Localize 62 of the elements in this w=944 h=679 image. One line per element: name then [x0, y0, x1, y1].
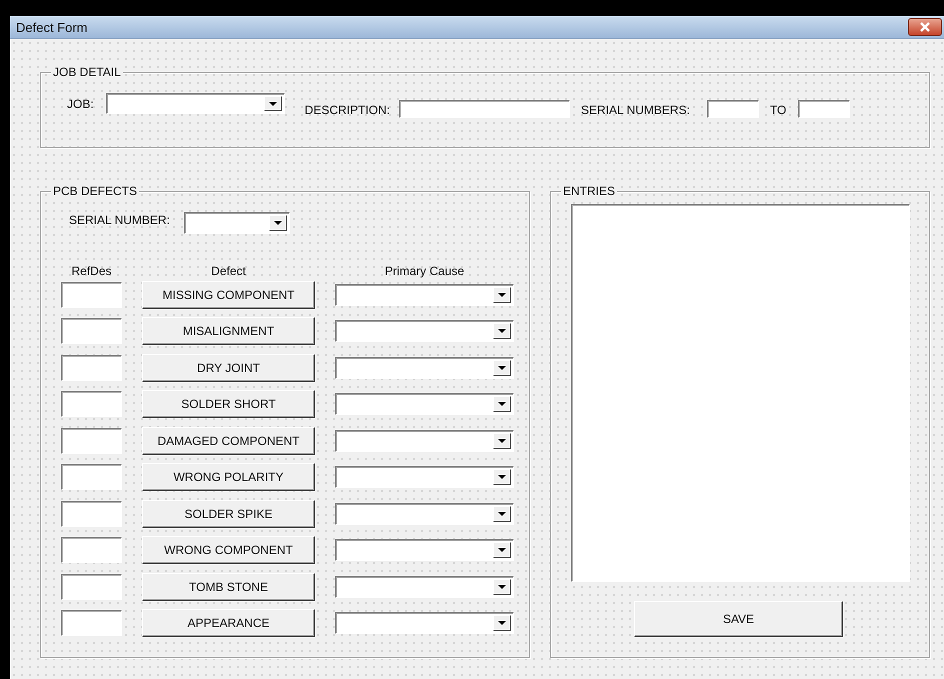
text-field[interactable]: [61, 391, 122, 417]
group-title: JOB DETAIL: [51, 65, 123, 79]
caret-icon: [268, 102, 277, 106]
save-button[interactable]: SAVE: [634, 601, 843, 637]
dropdown-field[interactable]: [335, 356, 514, 378]
caret-icon: [498, 329, 506, 333]
text-field[interactable]: [61, 537, 122, 563]
defect-button[interactable]: DRY JOINT: [142, 354, 315, 382]
caret-icon: [498, 475, 506, 479]
dropdown-field[interactable]: [335, 430, 514, 452]
text-field[interactable]: [61, 428, 122, 454]
close-icon: [920, 22, 930, 32]
text-field[interactable]: [61, 318, 122, 344]
text-field[interactable]: [61, 282, 122, 308]
caret-icon: [498, 366, 506, 370]
defect-button[interactable]: TOMB STONE: [142, 572, 315, 600]
text-field[interactable]: [399, 100, 570, 118]
serial-numbers-label: SERIAL NUMBERS:: [581, 103, 690, 117]
defect-button[interactable]: MISSING COMPONENT: [142, 280, 315, 308]
text-field[interactable]: [61, 574, 122, 600]
caret-icon: [498, 292, 506, 296]
caret-icon: [498, 438, 506, 442]
dropdown-field[interactable]: [335, 320, 514, 342]
dropdown-field[interactable]: [335, 502, 514, 524]
primary-cause-column-header: Primary Cause: [384, 264, 464, 278]
window-title: Defect Form: [15, 20, 88, 34]
text-field[interactable]: [61, 500, 122, 526]
description-label: DESCRIPTION:: [304, 103, 390, 117]
serial-number-label: SERIAL NUMBER:: [69, 213, 170, 227]
defect-column-header: Defect: [211, 264, 246, 278]
text-field[interactable]: [798, 100, 850, 118]
caret-icon: [498, 402, 506, 406]
defect-button[interactable]: MISALIGNMENT: [142, 317, 315, 345]
defect-button[interactable]: DAMAGED COMPONENT: [142, 426, 315, 454]
dropdown-field[interactable]: [106, 93, 285, 114]
dropdown-field[interactable]: [335, 393, 514, 415]
dropdown-field[interactable]: [335, 539, 514, 561]
text-field[interactable]: [61, 354, 122, 380]
dropdown-field[interactable]: [335, 284, 514, 306]
defect-button[interactable]: APPEARANCE: [142, 609, 315, 637]
to-label: TO: [770, 103, 786, 117]
group-title: PCB DEFECTS: [51, 184, 140, 198]
job-label: JOB:: [67, 97, 94, 111]
caret-icon: [498, 512, 506, 516]
text-field[interactable]: [61, 464, 122, 490]
caret-icon: [498, 584, 506, 588]
dropdown-field[interactable]: [335, 612, 514, 634]
caret-icon: [274, 221, 282, 225]
group-title: ENTRIES: [561, 184, 618, 198]
defect-button[interactable]: WRONG COMPONENT: [142, 536, 315, 564]
caret-icon: [498, 548, 506, 552]
close-button[interactable]: [908, 18, 942, 36]
defect-button[interactable]: WRONG POLARITY: [142, 463, 315, 491]
defect-button[interactable]: SOLDER SHORT: [142, 390, 315, 418]
text-field[interactable]: [706, 100, 759, 118]
text-field[interactable]: [61, 610, 122, 636]
dropdown-field[interactable]: [335, 576, 514, 598]
caret-icon: [498, 621, 506, 625]
defect-button[interactable]: SOLDER SPIKE: [142, 500, 315, 528]
dropdown-field[interactable]: [184, 212, 290, 234]
dropdown-field[interactable]: [335, 466, 514, 488]
refdes-column-header: RefDes: [71, 264, 112, 278]
